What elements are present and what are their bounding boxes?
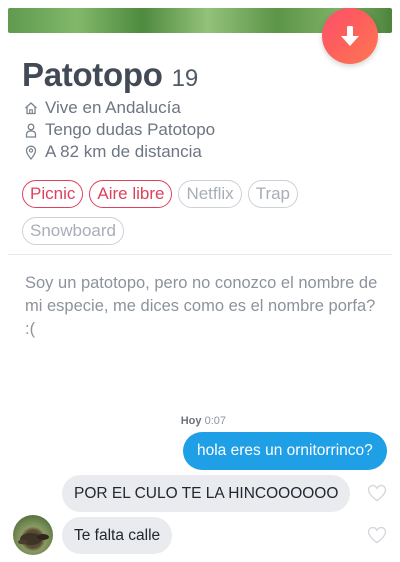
map-pin-icon: [24, 144, 38, 160]
sent-message-bubble[interactable]: hola eres un ornitorrinco?: [183, 432, 387, 470]
received-message-bubble[interactable]: Te falta calle: [62, 517, 173, 554]
interest-chip[interactable]: Netflix: [178, 180, 242, 208]
interest-chip[interactable]: Aire libre: [89, 180, 173, 208]
match-avatar[interactable]: [13, 515, 53, 555]
timestamp-day: Hoy: [180, 415, 202, 427]
info-distance: A 82 km de distancia: [24, 141, 215, 163]
profile-name: Patotopo: [22, 56, 163, 93]
person-icon: [24, 122, 38, 138]
avatar-photo: [18, 533, 49, 545]
info-job: Tengo dudas Patotopo: [24, 119, 215, 141]
timestamp-time: 0:07: [204, 415, 226, 427]
job-text: Tengo dudas Patotopo: [45, 120, 216, 139]
chat-timestamp: Hoy 0:07: [181, 415, 226, 427]
heart-outline-icon[interactable]: [367, 526, 387, 544]
collapse-profile-button[interactable]: [322, 8, 378, 64]
info-location: Vive en Andalucía: [24, 97, 215, 119]
heart-outline-icon[interactable]: [367, 484, 387, 502]
arrow-down-icon: [341, 26, 359, 46]
interests-list: Picnic Aire libre Netflix Trap Snowboard: [22, 180, 382, 254]
profile-info: Vive en Andalucía Tengo dudas Patotopo A…: [24, 97, 215, 163]
home-icon: [24, 100, 38, 116]
profile-age: 19: [171, 65, 199, 92]
profile-header: Patotopo 19: [22, 56, 198, 94]
section-divider: [8, 254, 392, 255]
interest-chip[interactable]: Trap: [247, 180, 299, 208]
interest-chip[interactable]: Snowboard: [22, 217, 125, 245]
location-text: Vive en Andalucía: [45, 98, 181, 117]
distance-text: A 82 km de distancia: [45, 142, 202, 161]
profile-bio: Soy un patotopo, pero no conozco el nomb…: [25, 274, 378, 338]
interest-chip[interactable]: Picnic: [22, 180, 84, 208]
received-message-bubble[interactable]: POR EL CULO TE LA HINCOOOOOO: [62, 475, 351, 512]
